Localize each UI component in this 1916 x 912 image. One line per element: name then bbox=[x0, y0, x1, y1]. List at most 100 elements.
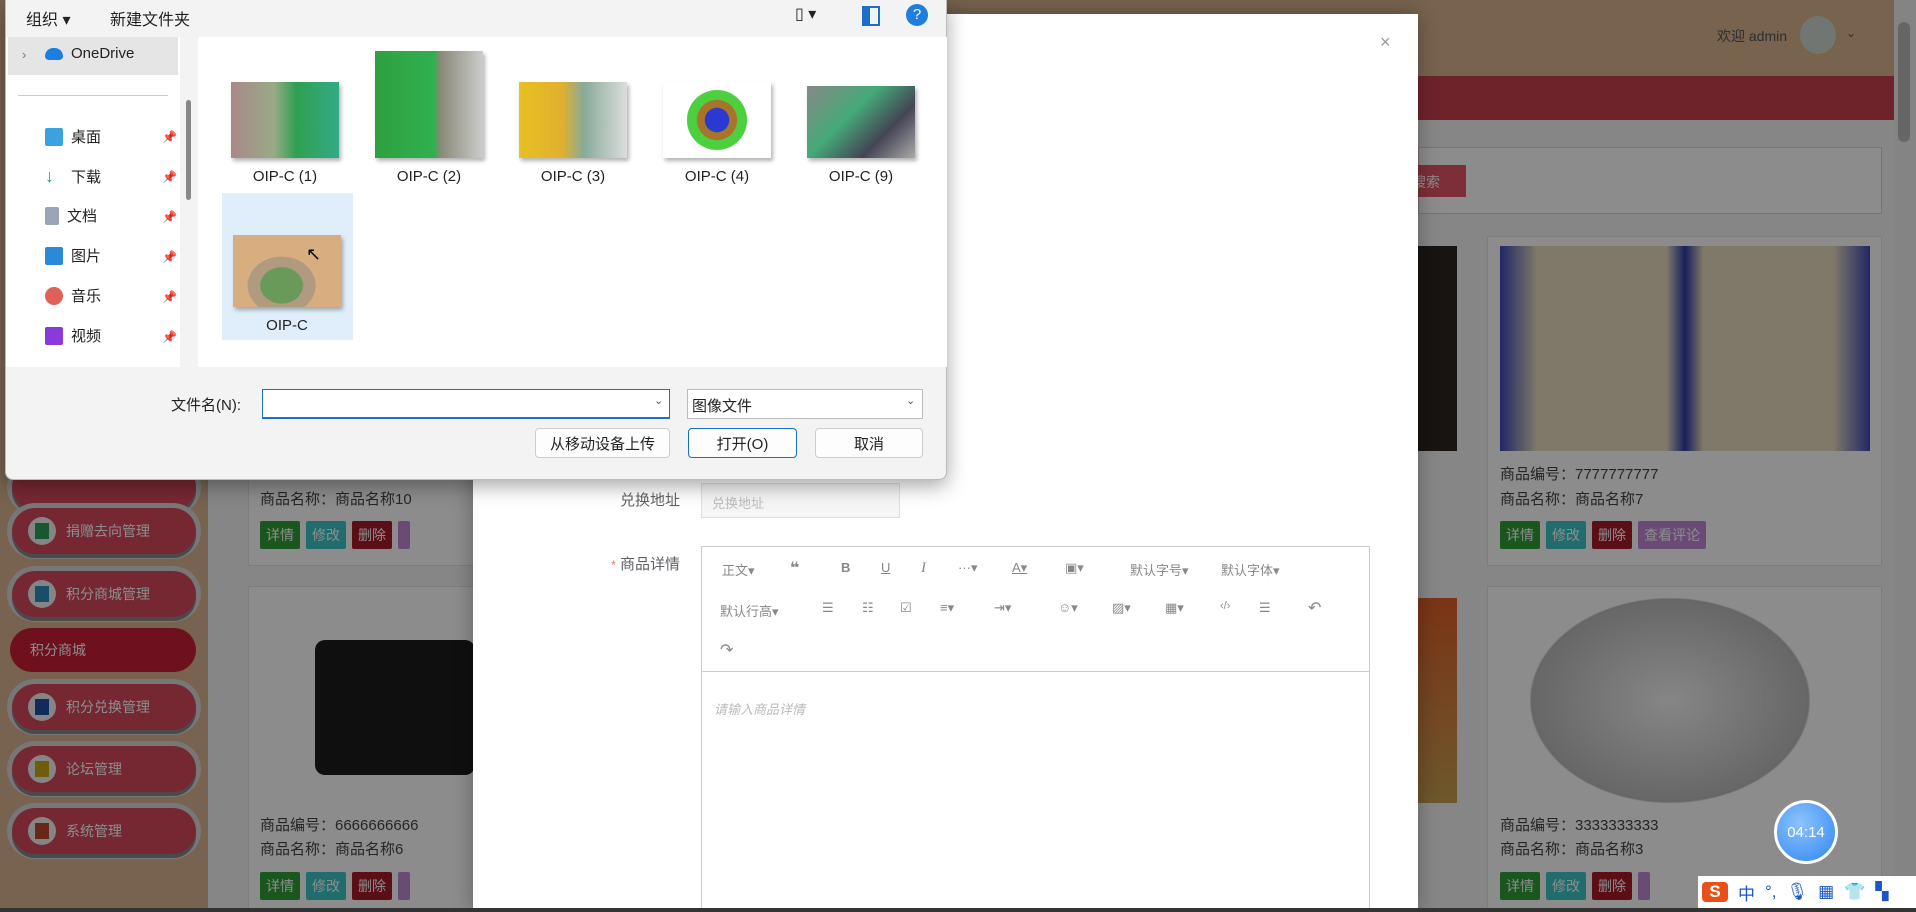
open-button[interactable]: 打开(O) bbox=[688, 428, 797, 458]
file-name: OIP-C (2) bbox=[396, 168, 462, 185]
filetype-select[interactable]: 图像文件 bbox=[687, 389, 923, 419]
nav-divider bbox=[18, 95, 168, 96]
file-item[interactable]: OIP-C (1) bbox=[220, 82, 350, 185]
upload-from-mobile-button[interactable]: 从移动设备上传 bbox=[535, 428, 670, 458]
filename-input[interactable] bbox=[262, 389, 670, 419]
file-thumbnail bbox=[375, 51, 483, 158]
ime-lang[interactable]: 中 bbox=[1738, 880, 1755, 905]
nav-videos[interactable]: 视频 bbox=[45, 325, 101, 346]
nav-label: OneDrive bbox=[71, 45, 135, 62]
italic-icon[interactable]: I bbox=[921, 560, 926, 577]
taskbar-edge bbox=[0, 908, 1916, 912]
quote-icon[interactable]: ❝ bbox=[790, 558, 799, 578]
more-icon[interactable]: ···▾ bbox=[958, 560, 978, 576]
video-icon bbox=[45, 326, 63, 345]
file-item[interactable]: OIP-C (2) bbox=[364, 51, 494, 185]
redo-icon[interactable]: ↷ bbox=[720, 640, 733, 660]
nav-onedrive[interactable]: OneDrive bbox=[45, 45, 134, 62]
filetype-value: 图像文件 bbox=[692, 398, 753, 415]
required-mark: * bbox=[611, 558, 616, 572]
skin-icon[interactable]: 👕 bbox=[1844, 882, 1865, 902]
file-item[interactable]: OIP-C (4) bbox=[652, 82, 782, 185]
nav-documents[interactable]: 文档 bbox=[45, 205, 97, 226]
preview-pane-icon[interactable] bbox=[862, 6, 880, 26]
pin-icon[interactable]: 📌 bbox=[162, 130, 177, 144]
background-color-icon[interactable]: ▣▾ bbox=[1065, 560, 1084, 576]
file-thumbnail bbox=[807, 86, 915, 158]
todo-icon[interactable]: ☑ bbox=[900, 600, 912, 616]
pin-icon[interactable]: 📌 bbox=[162, 250, 177, 264]
file-item[interactable]: OIP-C (3) bbox=[508, 82, 638, 185]
pin-icon[interactable]: 📌 bbox=[162, 330, 177, 344]
underline-icon[interactable]: U bbox=[881, 560, 890, 575]
bold-icon[interactable]: B bbox=[841, 560, 850, 575]
file-thumbnail bbox=[519, 82, 627, 158]
nav-downloads[interactable]: ↓ 下载 bbox=[45, 166, 101, 187]
font-size-dropdown[interactable]: 默认字号▾ bbox=[1130, 560, 1189, 579]
nav-label: 视频 bbox=[71, 328, 102, 345]
nav-desktop[interactable]: 桌面 bbox=[45, 126, 101, 147]
nav-label: 文档 bbox=[67, 208, 98, 225]
editor-divider bbox=[701, 671, 1370, 672]
timer-badge[interactable]: 04:14 bbox=[1774, 800, 1838, 864]
close-icon[interactable]: × bbox=[1380, 32, 1391, 53]
file-name: OIP-C bbox=[266, 317, 308, 334]
nav-scrollbar[interactable] bbox=[186, 100, 191, 200]
organize-menu[interactable]: 组织 ▾ bbox=[26, 6, 71, 30]
bullet-list-icon[interactable]: ☰ bbox=[822, 600, 834, 616]
nav-label: 图片 bbox=[71, 248, 102, 265]
code-icon[interactable]: ‹/› bbox=[1220, 600, 1230, 612]
pin-icon[interactable]: 📌 bbox=[162, 210, 177, 224]
sogou-icon[interactable]: S bbox=[1702, 882, 1728, 902]
music-icon bbox=[45, 286, 63, 305]
file-name: OIP-C (9) bbox=[828, 168, 894, 185]
document-icon bbox=[45, 206, 59, 225]
image-icon[interactable]: ▨▾ bbox=[1112, 600, 1131, 616]
nav-label: 桌面 bbox=[71, 129, 102, 146]
line-height-dropdown[interactable]: 默认行高▾ bbox=[720, 601, 779, 620]
font-size-label: 默认字号 bbox=[1130, 563, 1183, 578]
paragraph-label: 正文 bbox=[722, 563, 749, 578]
file-name: OIP-C (4) bbox=[684, 168, 750, 185]
file-thumbnail bbox=[663, 82, 771, 158]
file-name: OIP-C (3) bbox=[540, 168, 606, 185]
organize-label: 组织 bbox=[26, 12, 59, 29]
numbered-list-icon[interactable]: ☷ bbox=[862, 600, 874, 616]
chevron-down-icon[interactable]: ⌄ bbox=[654, 394, 663, 407]
pin-icon[interactable]: 📌 bbox=[162, 290, 177, 304]
file-item[interactable]: OIP-C (9) bbox=[796, 86, 926, 185]
editor-placeholder[interactable]: 请输入商品详情 bbox=[714, 699, 805, 718]
desktop-icon bbox=[45, 127, 63, 146]
file-name: OIP-C (1) bbox=[252, 168, 318, 185]
ime-punct[interactable]: °, bbox=[1765, 882, 1777, 902]
chevron-down-icon[interactable]: ⌄ bbox=[906, 394, 915, 407]
font-family-dropdown[interactable]: 默认字体▾ bbox=[1221, 560, 1280, 579]
nav-label: 音乐 bbox=[71, 288, 102, 305]
keyboard-icon[interactable]: ▦ bbox=[1818, 882, 1834, 902]
file-item-selected[interactable]: OIP-C bbox=[222, 235, 352, 334]
nav-pictures[interactable]: 图片 bbox=[45, 245, 101, 266]
nav-music[interactable]: 音乐 bbox=[45, 285, 101, 306]
table-icon[interactable]: ▦▾ bbox=[1165, 600, 1184, 616]
menu-icon[interactable]: ▚ bbox=[1875, 882, 1888, 902]
expand-icon[interactable]: › bbox=[22, 47, 26, 62]
cloud-icon bbox=[45, 47, 63, 60]
file-thumbnail bbox=[233, 235, 341, 307]
view-icon[interactable]: ▯ ▾ bbox=[795, 4, 816, 24]
address-input[interactable]: 兑换地址 bbox=[701, 483, 900, 518]
font-color-icon[interactable]: A▾ bbox=[1012, 560, 1027, 576]
undo-icon[interactable]: ↶ bbox=[1308, 598, 1321, 618]
new-folder-button[interactable]: 新建文件夹 bbox=[110, 6, 190, 30]
emoji-icon[interactable]: ☺▾ bbox=[1058, 600, 1078, 616]
paragraph-dropdown[interactable]: 正文▾ bbox=[722, 560, 755, 579]
microphone-icon[interactable]: 🎙 bbox=[1787, 882, 1809, 902]
divider-icon[interactable]: ☰ bbox=[1259, 600, 1271, 616]
align-icon[interactable]: ≡▾ bbox=[940, 600, 954, 616]
pin-icon[interactable]: 📌 bbox=[162, 170, 177, 184]
ime-toolbar: S 中 °, 🎙 ▦ 👕 ▚ bbox=[1698, 876, 1916, 908]
indent-icon[interactable]: ⇥▾ bbox=[994, 600, 1011, 616]
address-label: 兑换地址 bbox=[619, 492, 680, 509]
file-thumbnail bbox=[231, 82, 339, 158]
help-icon[interactable]: ? bbox=[906, 4, 928, 26]
cancel-button[interactable]: 取消 bbox=[815, 428, 923, 458]
